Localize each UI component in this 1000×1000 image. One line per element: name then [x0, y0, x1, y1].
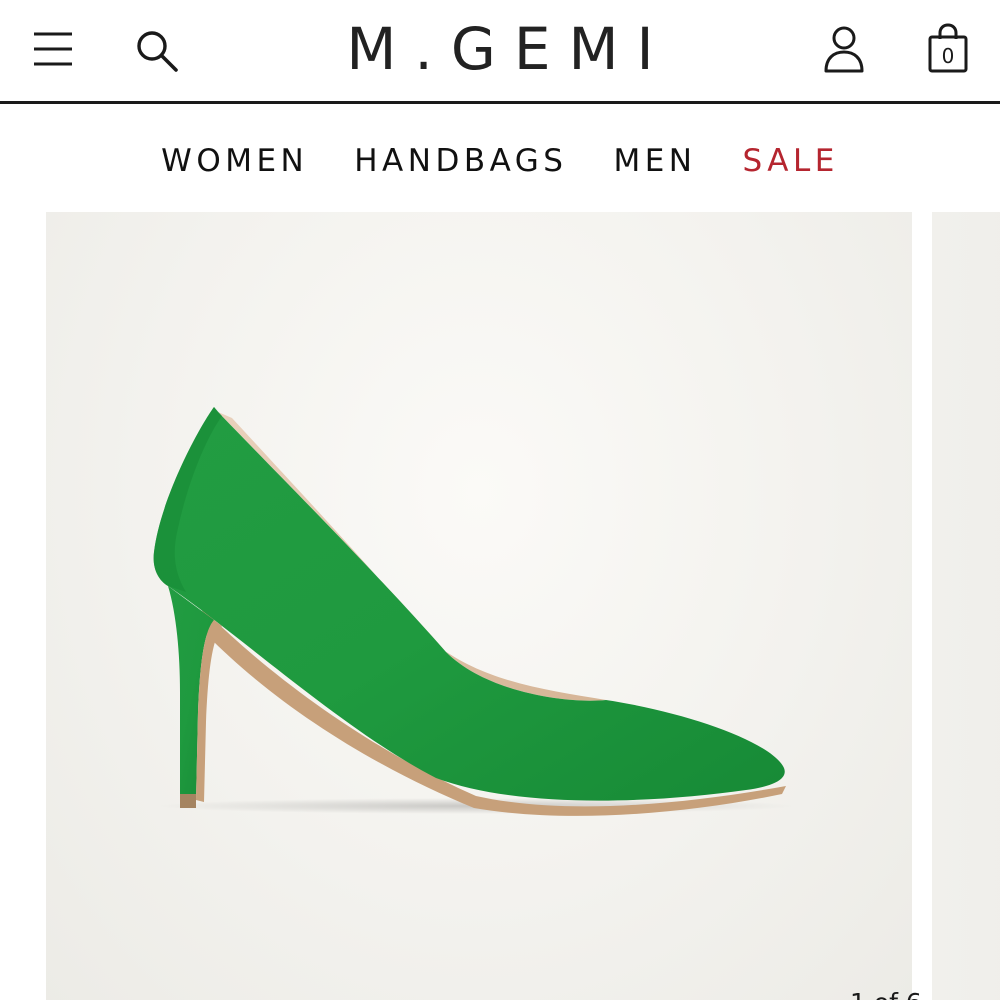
product-image-slide[interactable]: 1 of 6 [46, 212, 922, 1000]
bag-count: 0 [942, 44, 955, 68]
nav-item-handbags[interactable]: HANDBAGS [354, 143, 567, 179]
site-header: M.GEMI 0 [0, 0, 1000, 104]
shopping-bag-button[interactable]: 0 [922, 20, 974, 78]
main-navigation: WOMEN HANDBAGS MEN SALE [0, 136, 1000, 186]
user-account-icon [824, 26, 864, 73]
nav-item-men[interactable]: MEN [613, 143, 696, 179]
search-icon [137, 31, 178, 72]
account-button[interactable] [818, 22, 870, 78]
search-button[interactable] [130, 24, 182, 76]
site-logo[interactable]: M.GEMI [300, 14, 700, 84]
menu-button[interactable] [26, 24, 78, 70]
nav-item-sale[interactable]: SALE [743, 143, 839, 179]
product-image-gallery[interactable]: 1 of 6 [0, 210, 1000, 1000]
hamburger-menu-icon [34, 32, 72, 66]
next-image-slide-peek[interactable] [932, 212, 1000, 1000]
nav-item-women[interactable]: WOMEN [161, 143, 308, 179]
shopping-bag-icon: 0 [928, 23, 968, 73]
green-suede-pump-image [153, 407, 796, 816]
image-counter: 1 of 6 [850, 988, 922, 1000]
